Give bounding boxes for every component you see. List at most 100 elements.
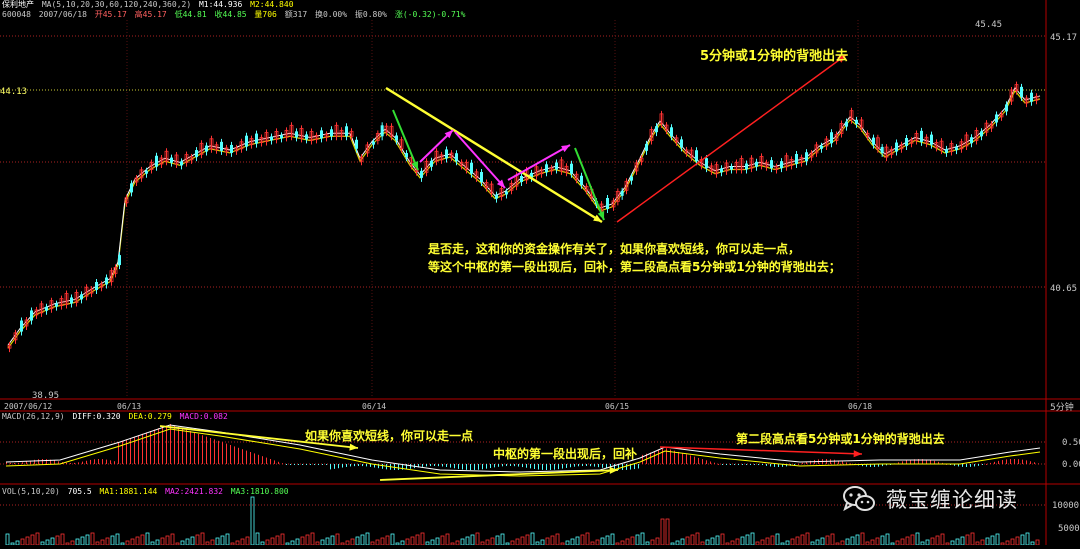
macd-bar bbox=[430, 464, 431, 467]
volume-bar bbox=[240, 538, 245, 546]
macd-bar bbox=[14, 462, 15, 464]
annotation-middle-line2: 等这个中枢的第一段出现后，回补，第二段高点看5分钟或1分钟的背弛出去； bbox=[427, 259, 841, 274]
macd-bar bbox=[722, 464, 723, 465]
macd-bar bbox=[366, 464, 367, 467]
macd-annotation-1: 如果你喜欢短线，你可以走一点 bbox=[305, 428, 473, 443]
volume-bar bbox=[760, 539, 765, 546]
volume-bar bbox=[870, 539, 875, 546]
vol-ma2: MA2:2421.832 bbox=[165, 487, 223, 496]
candle-body bbox=[680, 139, 683, 148]
candle-body bbox=[30, 310, 33, 321]
macd-bar bbox=[86, 460, 87, 464]
level-label: 44.13 bbox=[0, 87, 27, 97]
volume-bar bbox=[105, 537, 110, 546]
macd-bar bbox=[518, 464, 519, 467]
macd-bar bbox=[426, 464, 427, 467]
annotation-middle-line1: 是否走，这和你的资金操作有关了，如果你喜欢短线，你可以走一点， bbox=[427, 241, 800, 256]
candle-body bbox=[570, 163, 573, 174]
candle-body bbox=[95, 282, 98, 290]
candle-body bbox=[195, 150, 198, 158]
volume-bar bbox=[675, 540, 680, 546]
macd-bar bbox=[18, 462, 19, 464]
ma-line-m2 bbox=[7, 89, 1041, 349]
volume-bar bbox=[320, 539, 325, 546]
candle-body bbox=[880, 146, 884, 153]
macd-label: MACD(26,12,9) bbox=[2, 412, 65, 421]
macd-bar bbox=[654, 451, 655, 464]
y-tick-label-top: 45.17 bbox=[1050, 33, 1077, 43]
volume-bar bbox=[915, 532, 920, 546]
volume-bar bbox=[710, 537, 715, 546]
volume-bar bbox=[940, 533, 945, 546]
volume-bar bbox=[740, 536, 745, 546]
macd-header: MACD(26,12,9) DIFF:0.320 DEA:0.279 MACD:… bbox=[2, 412, 231, 422]
candle-body bbox=[118, 255, 121, 266]
macd-bar bbox=[506, 464, 507, 467]
volume-bar bbox=[210, 539, 215, 546]
macd-bar bbox=[202, 435, 203, 464]
volume-bar bbox=[965, 534, 970, 546]
volume-bar bbox=[775, 533, 780, 546]
macd-bar bbox=[270, 459, 271, 464]
macd-bar bbox=[458, 464, 459, 469]
candle-body bbox=[405, 153, 408, 158]
volume-bar bbox=[765, 537, 770, 546]
macd-bar bbox=[162, 426, 163, 464]
candle-body bbox=[170, 157, 173, 163]
x-tick-label-2: 06/14 bbox=[362, 402, 386, 411]
candle-body bbox=[205, 145, 208, 152]
macd-bar bbox=[770, 464, 771, 467]
macd-bar bbox=[462, 464, 463, 470]
macd-bar bbox=[222, 442, 223, 464]
watermark-text: 薇宝缠论细读 bbox=[886, 488, 1018, 512]
macd-bar bbox=[6, 462, 7, 464]
volume-bar bbox=[620, 540, 625, 546]
volume-bar bbox=[800, 534, 805, 546]
volume-bar bbox=[640, 532, 645, 546]
volume-bar bbox=[245, 536, 250, 546]
volume-bar bbox=[635, 534, 640, 546]
volume-bar bbox=[960, 536, 965, 546]
macd-bar bbox=[694, 456, 695, 464]
dea-value: DEA:0.279 bbox=[128, 412, 172, 421]
macd-bar bbox=[22, 462, 23, 464]
macd-bar bbox=[246, 450, 247, 464]
macd-bar bbox=[174, 425, 175, 464]
macd-bar bbox=[650, 452, 651, 464]
macd-bar bbox=[358, 464, 359, 467]
candle-body bbox=[255, 133, 258, 144]
volume-bar bbox=[330, 535, 335, 546]
volume-bar bbox=[545, 537, 550, 546]
candle-body bbox=[995, 114, 998, 123]
volume-bar bbox=[200, 532, 205, 546]
volume-bar bbox=[345, 540, 350, 546]
volume-bar bbox=[35, 532, 40, 546]
macd-bar bbox=[334, 464, 335, 469]
candle-body bbox=[820, 145, 823, 149]
macd-bar bbox=[98, 459, 99, 464]
candle-body bbox=[905, 138, 908, 146]
macd-bar bbox=[990, 462, 991, 464]
watermark: 薇宝缠论细读 bbox=[842, 482, 1074, 516]
macd-bar bbox=[434, 464, 435, 467]
volume-bar bbox=[705, 539, 710, 546]
macd-bar bbox=[930, 460, 931, 464]
volume-bar bbox=[55, 535, 60, 546]
candle-body bbox=[645, 143, 648, 151]
volume-bar bbox=[510, 540, 515, 546]
volume-bar bbox=[145, 532, 150, 546]
candle-body bbox=[345, 126, 348, 137]
macd-bar bbox=[110, 460, 111, 464]
volume-bar bbox=[895, 540, 900, 546]
macd-bar bbox=[1018, 459, 1019, 464]
macd-bar bbox=[706, 460, 707, 464]
candle-body bbox=[830, 132, 833, 144]
macd-bar bbox=[466, 464, 467, 470]
macd-bar bbox=[538, 464, 539, 470]
kline-chart: 45.1740.650.500.0010000500044.1345.4538.… bbox=[0, 0, 1080, 546]
vol-label: VOL(5,10,20) bbox=[2, 487, 60, 496]
candle-body bbox=[470, 162, 473, 174]
macd-bar bbox=[398, 464, 399, 470]
macd-bar bbox=[102, 459, 103, 464]
macd-bar bbox=[982, 464, 983, 465]
